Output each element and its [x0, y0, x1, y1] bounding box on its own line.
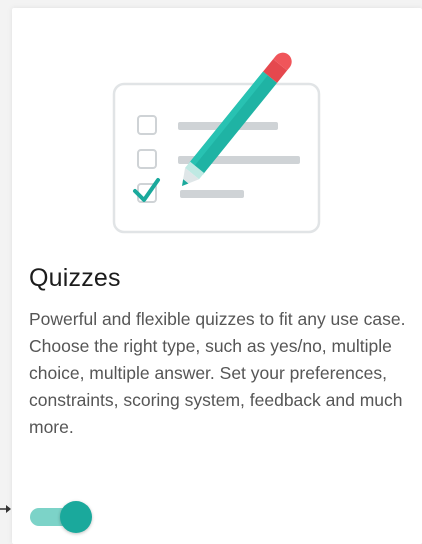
card-description: Powerful and flexible quizzes to fit any… — [29, 309, 406, 437]
quiz-feature-card: Quizzes Powerful and flexible quizzes to… — [12, 8, 422, 544]
arrow-right-icon — [0, 505, 11, 513]
quiz-checklist-pencil-icon — [112, 52, 321, 234]
toggle-knob — [60, 501, 92, 533]
card-title: Quizzes — [29, 264, 121, 292]
quiz-enable-toggle[interactable] — [30, 501, 92, 533]
